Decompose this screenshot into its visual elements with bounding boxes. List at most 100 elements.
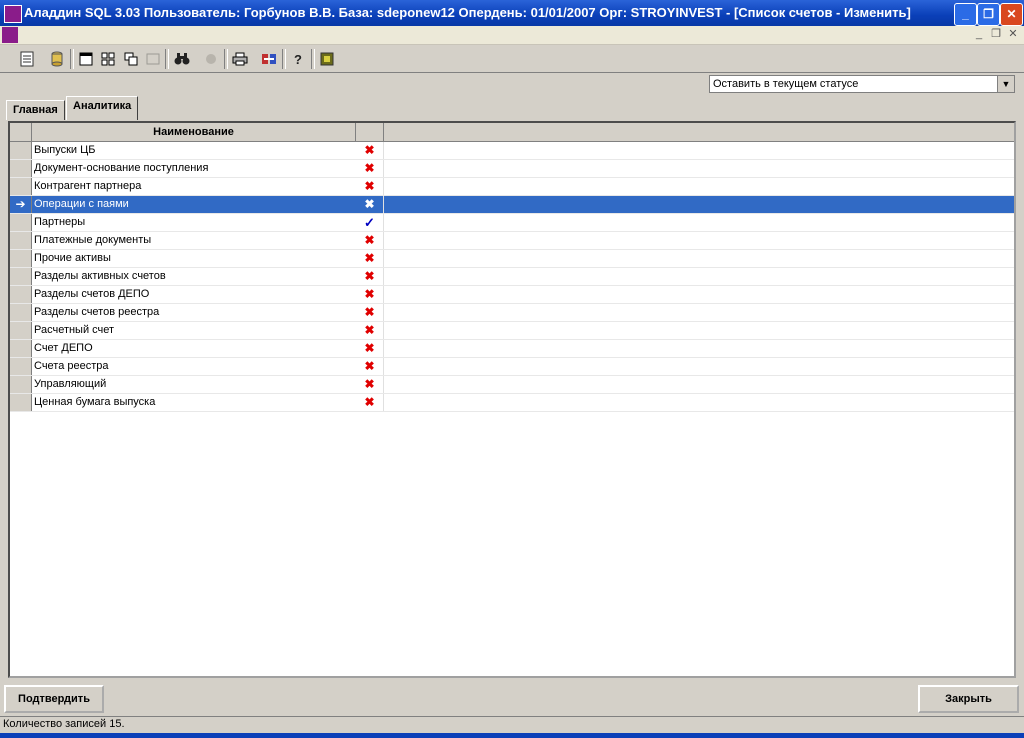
- cross-icon[interactable]: ✖: [356, 286, 383, 303]
- column-divider: [383, 232, 384, 249]
- cross-icon[interactable]: ✖: [356, 196, 383, 213]
- table-row[interactable]: Прочие активы ✖: [10, 250, 1014, 268]
- table-row[interactable]: Контрагент партнера ✖: [10, 178, 1014, 196]
- row-name: Операции с паями: [34, 198, 129, 210]
- cross-icon[interactable]: ✖: [356, 376, 383, 393]
- row-name: Разделы счетов реестра: [34, 306, 160, 318]
- document-icon[interactable]: [17, 49, 37, 69]
- column-divider: [383, 250, 384, 267]
- close-window-button[interactable]: ✕: [1000, 3, 1023, 26]
- table-row[interactable]: Расчетный счет ✖: [10, 322, 1014, 340]
- cross-icon[interactable]: ✖: [356, 340, 383, 357]
- row-name: Платежные документы: [34, 234, 152, 246]
- mdi-minimize-button[interactable]: _: [972, 27, 986, 41]
- exit-icon[interactable]: [317, 49, 337, 69]
- confirm-button[interactable]: Подтвердить: [4, 685, 104, 713]
- database-icon[interactable]: [47, 49, 67, 69]
- row-name: Ценная бумага выпуска: [34, 396, 156, 408]
- row-name: Управляющий: [34, 378, 107, 390]
- row-name: Прочие активы: [34, 252, 111, 264]
- table-row[interactable]: Платежные документы ✖: [10, 232, 1014, 250]
- row-name: Счета реестра: [34, 360, 109, 372]
- row-indicator[interactable]: [10, 250, 32, 267]
- table-row[interactable]: Разделы счетов реестра ✖: [10, 304, 1014, 322]
- table-row[interactable]: Счета реестра ✖: [10, 358, 1014, 376]
- tab-main[interactable]: Главная: [6, 100, 65, 120]
- cross-icon[interactable]: ✖: [356, 142, 383, 159]
- cross-icon[interactable]: ✖: [356, 250, 383, 267]
- table-row[interactable]: Ценная бумага выпуска ✖: [10, 394, 1014, 412]
- toolbar: ?: [0, 45, 1024, 73]
- binoculars-icon[interactable]: [172, 49, 192, 69]
- table-row[interactable]: Партнеры ✓: [10, 214, 1014, 232]
- row-indicator[interactable]: [10, 178, 32, 195]
- column-divider: [383, 142, 384, 159]
- cross-icon[interactable]: ✖: [356, 394, 383, 411]
- column-divider: [383, 340, 384, 357]
- row-indicator[interactable]: [10, 304, 32, 321]
- cross-icon[interactable]: ✖: [356, 322, 383, 339]
- status-select-value: Оставить в текущем статусе: [713, 78, 859, 90]
- cross-icon[interactable]: ✖: [356, 232, 383, 249]
- row-indicator[interactable]: [10, 142, 32, 159]
- table-row[interactable]: Управляющий ✖: [10, 376, 1014, 394]
- column-divider: [383, 214, 384, 231]
- row-name: Разделы счетов ДЕПО: [34, 288, 150, 300]
- mdi-child-icon[interactable]: [2, 27, 18, 43]
- minimize-button[interactable]: _: [954, 3, 977, 26]
- table-row[interactable]: ➔ Операции с паями ✖: [10, 196, 1014, 214]
- printer-icon[interactable]: [230, 49, 250, 69]
- row-indicator[interactable]: [10, 232, 32, 249]
- stop-icon: [201, 49, 221, 69]
- row-indicator[interactable]: [10, 394, 32, 411]
- table-row[interactable]: Выпуски ЦБ ✖: [10, 142, 1014, 160]
- analytics-grid[interactable]: Наименование Выпуски ЦБ ✖ Документ-основан…: [8, 121, 1016, 678]
- column-divider: [383, 358, 384, 375]
- column-divider: [383, 376, 384, 393]
- column-header-name[interactable]: Наименование: [32, 123, 356, 141]
- current-row-arrow-icon[interactable]: ➔: [10, 196, 32, 213]
- mdi-menu-bar: _ ❐ ✕: [0, 26, 1024, 45]
- cross-icon[interactable]: ✖: [356, 268, 383, 285]
- cross-icon[interactable]: ✖: [356, 178, 383, 195]
- row-indicator[interactable]: [10, 160, 32, 177]
- row-indicator[interactable]: [10, 286, 32, 303]
- toolbar-separator: [224, 49, 228, 69]
- column-divider: [383, 304, 384, 321]
- table-row[interactable]: Документ-основание поступления ✖: [10, 160, 1014, 178]
- export-icon[interactable]: [259, 49, 279, 69]
- tab-analytics[interactable]: Аналитика: [66, 96, 139, 120]
- table-row[interactable]: Разделы счетов ДЕПО ✖: [10, 286, 1014, 304]
- title-bar: Аладдин SQL 3.03 Пользователь: Горбунов …: [0, 0, 1024, 26]
- bottom-strip: [0, 733, 1024, 738]
- app-icon[interactable]: [4, 5, 22, 23]
- row-indicator[interactable]: [10, 322, 32, 339]
- toolbar-separator: [282, 49, 286, 69]
- mdi-close-button[interactable]: ✕: [1006, 27, 1020, 41]
- mdi-restore-button[interactable]: ❐: [989, 27, 1003, 41]
- row-name: Контрагент партнера: [34, 180, 142, 192]
- table-row[interactable]: Счет ДЕПО ✖: [10, 340, 1014, 358]
- row-indicator[interactable]: [10, 268, 32, 285]
- chevron-down-icon[interactable]: ▼: [997, 76, 1014, 92]
- column-header-mark[interactable]: [356, 123, 384, 141]
- help-icon[interactable]: ?: [288, 49, 308, 69]
- row-name: Расчетный счет: [34, 324, 115, 336]
- cross-icon[interactable]: ✖: [356, 358, 383, 375]
- table-row[interactable]: Разделы активных счетов ✖: [10, 268, 1014, 286]
- close-button[interactable]: Закрыть: [918, 685, 1019, 713]
- cross-icon[interactable]: ✖: [356, 304, 383, 321]
- row-indicator[interactable]: [10, 376, 32, 393]
- row-indicator[interactable]: [10, 214, 32, 231]
- check-icon[interactable]: ✓: [356, 214, 383, 231]
- cascade-icon[interactable]: [121, 49, 141, 69]
- window-title: Аладдин SQL 3.03 Пользователь: Горбунов …: [24, 5, 911, 20]
- window-icon[interactable]: [76, 49, 96, 69]
- row-indicator[interactable]: [10, 340, 32, 357]
- column-divider: [383, 394, 384, 411]
- tile-icon[interactable]: [98, 49, 118, 69]
- row-indicator[interactable]: [10, 358, 32, 375]
- maximize-button[interactable]: ❐: [977, 3, 1000, 26]
- status-select[interactable]: Оставить в текущем статусе ▼: [709, 75, 1015, 93]
- cross-icon[interactable]: ✖: [356, 160, 383, 177]
